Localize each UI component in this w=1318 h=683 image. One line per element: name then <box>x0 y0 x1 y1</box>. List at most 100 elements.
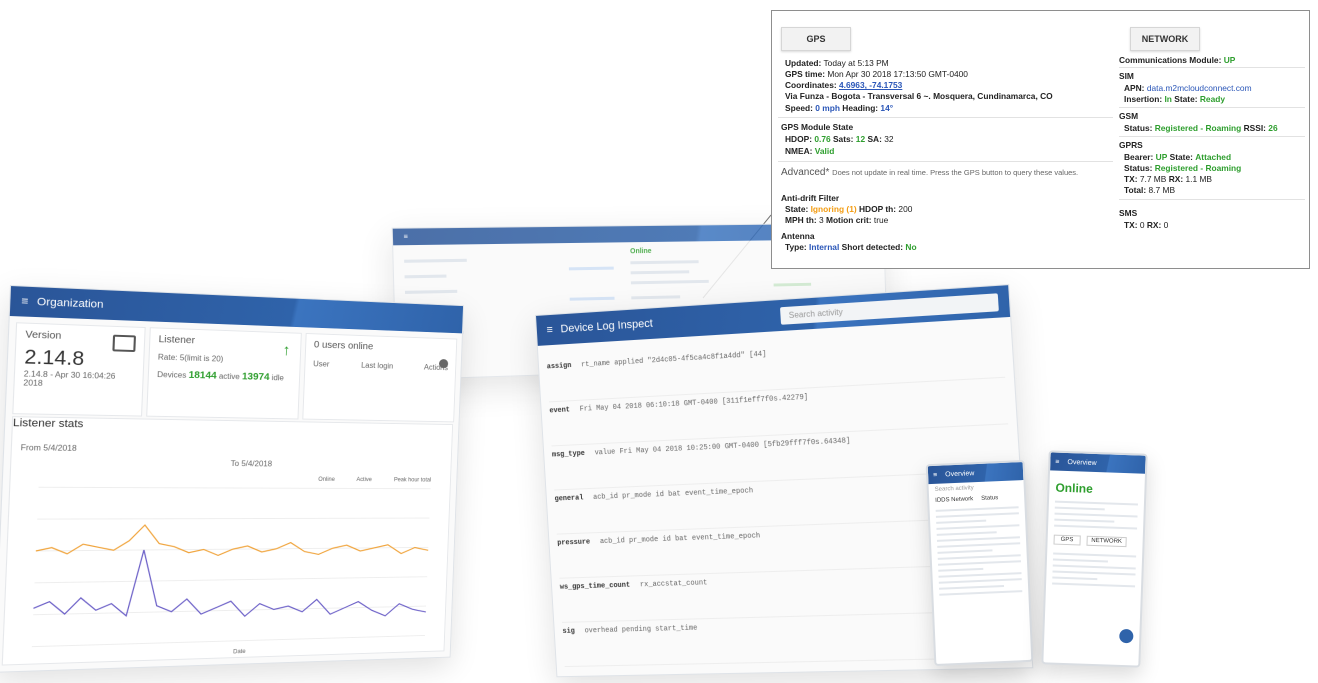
arrow-up-icon: ↑ <box>282 342 291 359</box>
chart-gridline <box>37 518 429 519</box>
gprs-state-label: State: <box>1169 152 1193 162</box>
antidrift-header: Anti-drift Filter <box>781 193 840 203</box>
insertion-label: Insertion: <box>1124 94 1163 104</box>
chart-gridline <box>32 635 425 646</box>
phone1-tab1[interactable]: IDDS Network <box>935 496 973 504</box>
gps-updated-row: Updated: Today at 5:13 PM <box>785 58 889 69</box>
tx-label: TX: <box>1124 174 1138 184</box>
gps-network-callout: GPS NETWORK Updated: Today at 5:13 PM GP… <box>771 10 1310 269</box>
sa-label: SA: <box>867 134 882 144</box>
phone1-appbar-title: Overview <box>945 469 975 478</box>
devices-idle-label: idle <box>271 373 285 383</box>
comm-row: Communications Module: UP <box>1119 55 1235 66</box>
log-row-value: rt_name applied "2d4c05-4f5ca4c8f1a4dd" … <box>580 350 767 370</box>
short-label: Short detected: <box>841 242 904 252</box>
search-input[interactable]: Search activity <box>779 292 999 325</box>
sim-header: SIM <box>1119 71 1134 81</box>
short-value: No <box>905 242 917 252</box>
log-row-key: assign <box>546 361 572 372</box>
sms-rx-label: RX: <box>1146 220 1162 230</box>
hdop-label: HDOP: <box>785 134 812 144</box>
chart-legend-item: Peak hour total <box>394 477 431 483</box>
sats-label: Sats: <box>832 134 854 144</box>
gsm-status-row: Status: Registered - Roaming RSSI: 26 <box>1124 123 1278 134</box>
chart-x-axis-label: Date <box>233 649 246 655</box>
organization-dashboard-panel: ≡ Organization Version 2.14.8 2.14.8 - A… <box>0 285 464 673</box>
listener-stats-chart: Online Active Peak hour total Date <box>3 477 451 655</box>
gprs-state-value: Attached <box>1195 152 1232 162</box>
chart-series-line-active <box>33 547 428 624</box>
phone2-network-button[interactable]: NETWORK <box>1086 535 1128 548</box>
gps-button[interactable]: GPS <box>781 27 851 51</box>
menu-icon[interactable]: ≡ <box>546 324 553 336</box>
updated-value: Today at 5:13 PM <box>823 58 889 68</box>
version-sub: 2.14.8 - Apr 30 16:04:26 2018 <box>23 369 116 388</box>
sms-row: TX: 0 RX: 0 <box>1124 220 1168 231</box>
rssi-label: RSSI: <box>1243 123 1266 133</box>
mph-th-value: 3 <box>818 215 824 225</box>
log-row-value: rx_accstat_count <box>639 579 708 590</box>
menu-icon[interactable]: ≡ <box>403 233 408 240</box>
total-row: Total: 8.7 MB <box>1124 185 1175 196</box>
coordinates-label: Coordinates: <box>785 80 837 90</box>
fab-button[interactable] <box>1119 628 1134 644</box>
gprs-status-row: Status: Registered - Roaming <box>1124 163 1241 174</box>
phone2-status: Online <box>1055 480 1094 496</box>
motion-value: true <box>873 215 889 225</box>
gsm-header: GSM <box>1119 111 1139 121</box>
log-row-key: ws_gps_time_count <box>559 581 631 592</box>
users-card: 0 users online User Last login Actions <box>302 333 458 423</box>
bearer-label: Bearer: <box>1124 152 1154 162</box>
heading-label: Heading: <box>842 103 879 113</box>
sms-tx-label: TX: <box>1124 220 1138 230</box>
state-label: State: <box>785 204 809 214</box>
log-row-key: event <box>549 406 571 416</box>
devices-online-label: active <box>218 371 240 382</box>
rx-value: 1.1 MB <box>1185 174 1213 184</box>
coordinates-link[interactable]: 4.6963, -74.1753 <box>839 80 902 90</box>
menu-icon[interactable]: ≡ <box>933 471 937 478</box>
gsm-status-label: Status: <box>1124 123 1153 133</box>
menu-icon[interactable]: ≡ <box>1055 458 1059 465</box>
insertion-value: In <box>1164 94 1172 104</box>
total-value: 8.7 MB <box>1148 185 1176 195</box>
back-status-text: Online <box>630 247 652 256</box>
log-row-key: general <box>554 494 584 504</box>
phone1-tab2[interactable]: Status <box>981 495 998 502</box>
phone2-gps-button[interactable]: GPS <box>1053 534 1081 546</box>
sim-state-value: Ready <box>1199 94 1226 104</box>
network-button[interactable]: NETWORK <box>1130 27 1200 51</box>
coordinates-row: Coordinates: 4.6963, -74.1753 <box>785 80 902 91</box>
comm-label: Communications Module: <box>1119 55 1222 65</box>
gps-module-header: GPS Module State <box>781 122 854 132</box>
advanced-row: Advanced* Does not update in real time. … <box>781 167 1078 178</box>
nmea-label: NMEA: <box>785 146 813 156</box>
sa-value: 32 <box>884 134 894 144</box>
speed-value: 0 mph <box>815 103 840 113</box>
log-row-value: acb_id pr_mode id bat event_time_epoch <box>592 487 754 502</box>
devices-idle: 13974 <box>241 371 270 383</box>
devices-label: Devices <box>157 370 187 380</box>
antenna-row: Type: Internal Short detected: No <box>785 242 917 253</box>
gsm-status-value: Registered - Roaming <box>1154 123 1242 133</box>
chart-legend-item: Online <box>318 477 335 483</box>
log-row-value: acb_id pr_mode id bat event_time_epoch <box>599 532 761 547</box>
phone-mockup-1: ≡ Overview Search activity IDDS Network … <box>925 459 1034 667</box>
gps-time-label: GPS time: <box>785 69 826 79</box>
gprs-status-label: Status: <box>1124 163 1153 173</box>
menu-icon[interactable]: ≡ <box>21 296 28 308</box>
appbar-title: Device Log Inspect <box>560 317 654 336</box>
mph-th-label: MPH th: <box>785 215 817 225</box>
apn-value: data.m2mcloudconnect.com <box>1146 83 1252 93</box>
chart-series-line-online <box>36 524 430 557</box>
listener-stats-card: Listener stats From 5/4/2018 To 5/4/2018… <box>1 416 454 666</box>
phone-mockup-2: ≡ Overview Online GPS NETWORK <box>1041 450 1148 668</box>
advanced-note: Does not update in real time. Press the … <box>832 168 1079 177</box>
hdop-value: 0.76 <box>814 134 831 144</box>
gps-time-value: Mon Apr 30 2018 17:13:50 GMT-0400 <box>827 69 968 79</box>
gps-time-row: GPS time: Mon Apr 30 2018 17:13:50 GMT-0… <box>785 69 968 80</box>
users-col-login: Last login <box>360 361 394 371</box>
log-row-key: msg_type <box>551 449 586 460</box>
address-text: Via Funza - Bogota - Transversal 6 ~. Mo… <box>785 91 1053 101</box>
log-row-value: overhead pending start_time <box>584 624 698 636</box>
